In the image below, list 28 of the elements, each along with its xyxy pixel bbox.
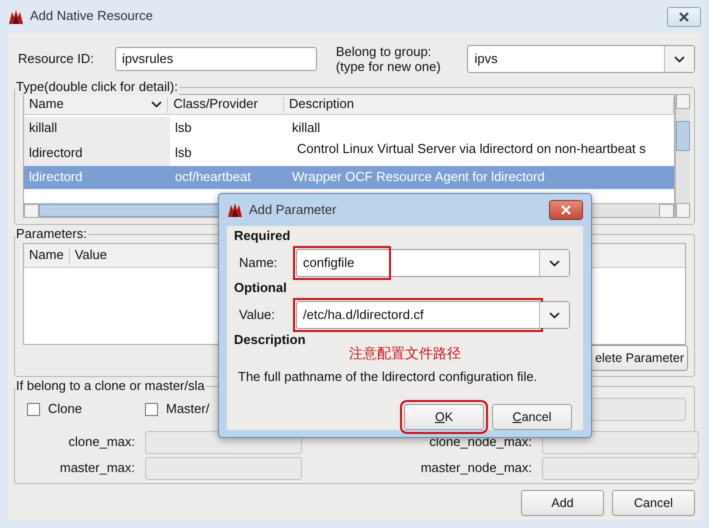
section-label: Type(double click for detail): — [15, 79, 179, 95]
table-cell-text: lsb — [174, 119, 193, 138]
table-cell-text: Control Linux Virtual Server via ldirectord on non-heartbeat s — [296, 140, 647, 158]
field-label: clone_max: — [68, 434, 135, 451]
annotation-text: 注意配置文件路径 — [349, 344, 461, 363]
table-cell: killall — [24, 117, 170, 140]
section-heading: Optional — [234, 280, 288, 297]
field-label: clone_node_max: — [428, 434, 532, 451]
table-cell-text: ocf/heartbeat — [174, 168, 252, 186]
field-label: master_node_max: — [420, 460, 532, 477]
description-text: The full pathname of the ldirectord configuration file. — [237, 369, 538, 386]
window-title: Add Native Resource — [30, 8, 153, 25]
table-cell: ldirectord — [24, 140, 170, 166]
section-label: If belong to a clone or master/sla — [15, 378, 206, 394]
dialog-title: Add Parameter — [249, 202, 336, 218]
field-label: Resource ID: — [18, 50, 95, 68]
checkbox-label: Master/ — [166, 401, 210, 418]
field-label: Name: — [238, 254, 278, 272]
table-cell-text: ldirectord — [28, 168, 84, 186]
field-label: Value: — [238, 306, 276, 324]
field-label: master_max: — [58, 460, 135, 477]
section-heading: Required — [234, 228, 292, 245]
section-heading: Description — [234, 332, 307, 349]
checkbox-label: Clone — [48, 401, 82, 418]
field-label: Belong to group: (type for new one) — [336, 44, 442, 74]
table-cell-text: killall — [291, 119, 322, 138]
table-cell-text: lsb — [174, 144, 193, 162]
table-cell-text: Wrapper OCF Resource Agent for ldirectord — [291, 168, 546, 186]
